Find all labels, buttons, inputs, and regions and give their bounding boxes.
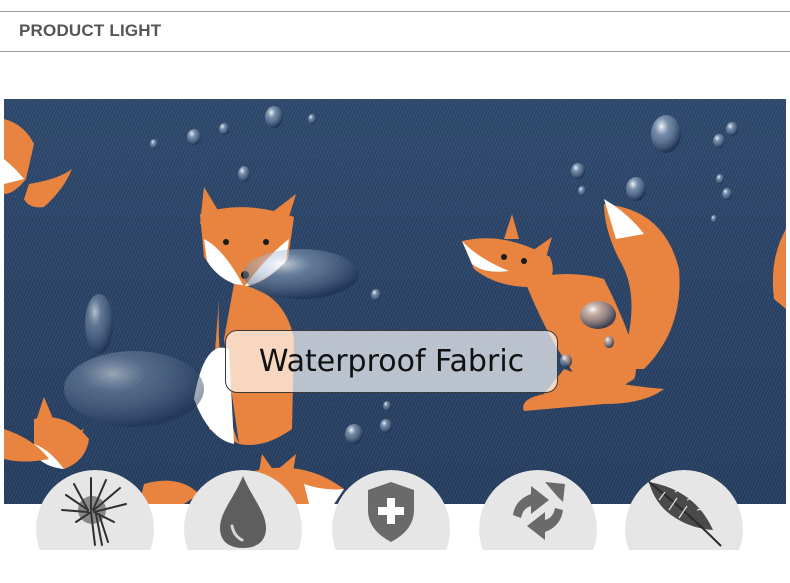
feature-waterproof <box>184 470 302 550</box>
fox-sitting <box>194 187 296 445</box>
fox-top-left <box>4 119 72 208</box>
shield-cross-icon <box>368 482 414 542</box>
header-bottom-rule <box>0 51 790 52</box>
feature-breathable <box>36 470 154 550</box>
recycle-arrows-icon <box>513 482 565 540</box>
caption-text: Waterproof Fabric <box>258 344 525 379</box>
feature-icons-row <box>0 470 790 550</box>
feature-protective <box>332 470 450 550</box>
feature-lightweight <box>625 470 743 550</box>
water-drop-icon <box>220 476 266 548</box>
fabric-banner <box>4 99 786 504</box>
feature-reusable <box>479 470 597 550</box>
section-title: PRODUCT LIGHT <box>19 21 162 40</box>
feather-icon <box>648 481 722 547</box>
caption-box: Waterproof Fabric <box>225 330 558 393</box>
fox-pattern-illustration <box>4 106 786 504</box>
header-top-rule <box>0 11 790 12</box>
dandelion-icon <box>61 477 127 546</box>
